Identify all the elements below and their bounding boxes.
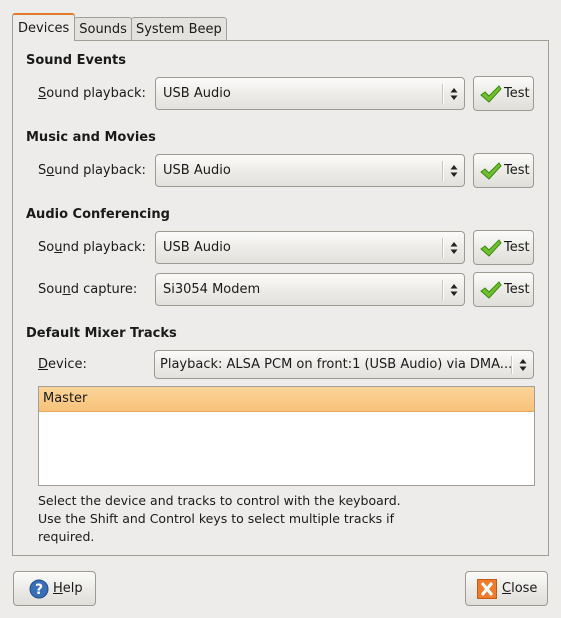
checkmark-icon bbox=[480, 162, 502, 180]
label-text: lose bbox=[511, 581, 538, 596]
svg-text:?: ? bbox=[35, 582, 43, 598]
label-text: elp bbox=[62, 581, 83, 596]
mnemonic: n bbox=[62, 282, 71, 297]
button-label: Test bbox=[504, 86, 530, 101]
selected-value: Playback: ALSA PCM on front:1 (USB Audio… bbox=[160, 357, 513, 372]
mnemonic: D bbox=[38, 357, 49, 372]
help-icon: ? bbox=[29, 579, 49, 599]
label-text: nd playback: bbox=[62, 240, 146, 255]
music-playback-label: Sound playback: bbox=[38, 163, 146, 178]
updown-arrow-icon bbox=[450, 88, 458, 100]
combo-separator bbox=[511, 356, 513, 374]
checkmark-icon bbox=[480, 239, 502, 257]
mixer-device-select[interactable]: Playback: ALSA PCM on front:1 (USB Audio… bbox=[154, 350, 534, 379]
section-title-audio-conferencing: Audio Conferencing bbox=[26, 207, 170, 222]
close-button[interactable]: Close bbox=[465, 571, 548, 606]
conf-playback-test-button[interactable]: Test bbox=[473, 230, 534, 265]
conf-playback-label: Sound playback: bbox=[38, 240, 146, 255]
close-icon bbox=[477, 579, 497, 599]
selected-value: USB Audio bbox=[163, 240, 231, 255]
tab-system-beep[interactable]: System Beep bbox=[130, 17, 227, 41]
button-label: Test bbox=[504, 282, 530, 297]
label-text: d capture: bbox=[70, 282, 138, 297]
combo-separator bbox=[442, 84, 444, 104]
mnemonic: H bbox=[53, 581, 63, 596]
mixer-device-label: Device: bbox=[38, 357, 87, 372]
sound-events-playback-select[interactable]: USB Audio bbox=[155, 77, 465, 110]
button-label: Help bbox=[53, 572, 83, 605]
label-text: So bbox=[38, 240, 55, 255]
combo-separator bbox=[442, 238, 444, 258]
button-label: Test bbox=[504, 240, 530, 255]
section-title-sound-events: Sound Events bbox=[26, 53, 127, 68]
updown-arrow-icon bbox=[450, 242, 458, 254]
tab-devices[interactable]: Devices bbox=[12, 13, 76, 41]
help-button[interactable]: ? Help bbox=[13, 571, 96, 606]
section-title-mixer-tracks: Default Mixer Tracks bbox=[26, 326, 177, 341]
updown-arrow-icon bbox=[450, 284, 458, 296]
section-title-music-movies: Music and Movies bbox=[26, 130, 156, 145]
button-label: Close bbox=[502, 572, 537, 605]
music-test-button[interactable]: Test bbox=[473, 153, 534, 188]
music-playback-select[interactable]: USB Audio bbox=[155, 154, 465, 187]
sound-events-playback-label: Sound playback: bbox=[38, 86, 146, 101]
label-text: und playback: bbox=[54, 163, 146, 178]
button-label: Test bbox=[504, 163, 530, 178]
label-text: ound playback: bbox=[46, 86, 146, 101]
conf-capture-test-button[interactable]: Test bbox=[473, 272, 534, 307]
combo-separator bbox=[442, 280, 444, 300]
tab-bar: Devices Sounds System Beep bbox=[12, 13, 227, 41]
tab-sounds[interactable]: Sounds bbox=[74, 17, 132, 41]
updown-arrow-icon bbox=[519, 359, 527, 371]
sound-events-test-button[interactable]: Test bbox=[473, 76, 534, 111]
mixer-tracks-list[interactable]: Master bbox=[38, 386, 535, 486]
selected-value: Si3054 Modem bbox=[163, 282, 261, 297]
conf-capture-select[interactable]: Si3054 Modem bbox=[155, 273, 465, 306]
mnemonic: C bbox=[502, 581, 512, 596]
checkmark-icon bbox=[480, 281, 502, 299]
conf-playback-select[interactable]: USB Audio bbox=[155, 231, 465, 264]
selected-value: USB Audio bbox=[163, 86, 231, 101]
label-text: Sou bbox=[38, 282, 63, 297]
conf-capture-label: Sound capture: bbox=[38, 282, 137, 297]
label-text: evice: bbox=[48, 357, 87, 372]
combo-separator bbox=[442, 161, 444, 181]
track-item-master[interactable]: Master bbox=[39, 387, 534, 412]
checkmark-icon bbox=[480, 85, 502, 103]
mixer-hint-text: Select the device and tracks to control … bbox=[38, 493, 401, 544]
selected-value: USB Audio bbox=[163, 163, 231, 178]
updown-arrow-icon bbox=[450, 165, 458, 177]
